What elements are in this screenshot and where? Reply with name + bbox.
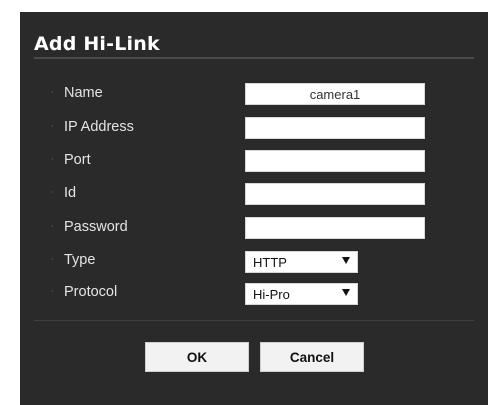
type-row: · Type HTTP — [20, 250, 488, 274]
name-label: Name — [64, 85, 103, 101]
add-hi-link-dialog: Add Hi-Link · Name · IP Address · Port ·… — [20, 12, 488, 405]
id-row: · Id — [20, 183, 488, 207]
bullet-icon: · — [51, 88, 54, 97]
protocol-select-value: Hi-Pro — [253, 287, 290, 302]
port-input[interactable] — [245, 150, 425, 172]
dialog-title: Add Hi-Link — [34, 33, 160, 55]
dropdown-arrow-icon — [342, 257, 350, 264]
protocol-row: · Protocol Hi-Pro — [20, 282, 488, 306]
id-label: Id — [64, 185, 77, 201]
port-label: Port — [64, 152, 91, 168]
id-input[interactable] — [245, 183, 425, 205]
name-row: · Name — [20, 83, 488, 107]
bullet-icon: · — [51, 222, 54, 231]
protocol-label: Protocol — [64, 284, 118, 300]
ip-address-row: · IP Address — [20, 117, 488, 141]
footer-divider — [34, 320, 474, 321]
protocol-select[interactable]: Hi-Pro — [245, 283, 358, 305]
type-select-value: HTTP — [253, 255, 287, 270]
port-row: · Port — [20, 150, 488, 174]
password-label: Password — [64, 219, 128, 235]
bullet-icon: · — [51, 188, 54, 197]
type-label: Type — [64, 252, 96, 268]
name-input[interactable] — [245, 83, 425, 105]
bullet-icon: · — [51, 122, 54, 131]
bullet-icon: · — [51, 255, 54, 264]
password-input[interactable] — [245, 217, 425, 239]
cancel-button[interactable]: Cancel — [260, 342, 364, 372]
password-row: · Password — [20, 217, 488, 241]
bullet-icon: · — [51, 287, 54, 296]
ip-address-label: IP Address — [64, 119, 134, 135]
title-divider — [34, 57, 474, 59]
type-select[interactable]: HTTP — [245, 251, 358, 273]
ok-button[interactable]: OK — [145, 342, 249, 372]
dropdown-arrow-icon — [342, 289, 350, 296]
bullet-icon: · — [51, 155, 54, 164]
ip-address-input[interactable] — [245, 117, 425, 139]
